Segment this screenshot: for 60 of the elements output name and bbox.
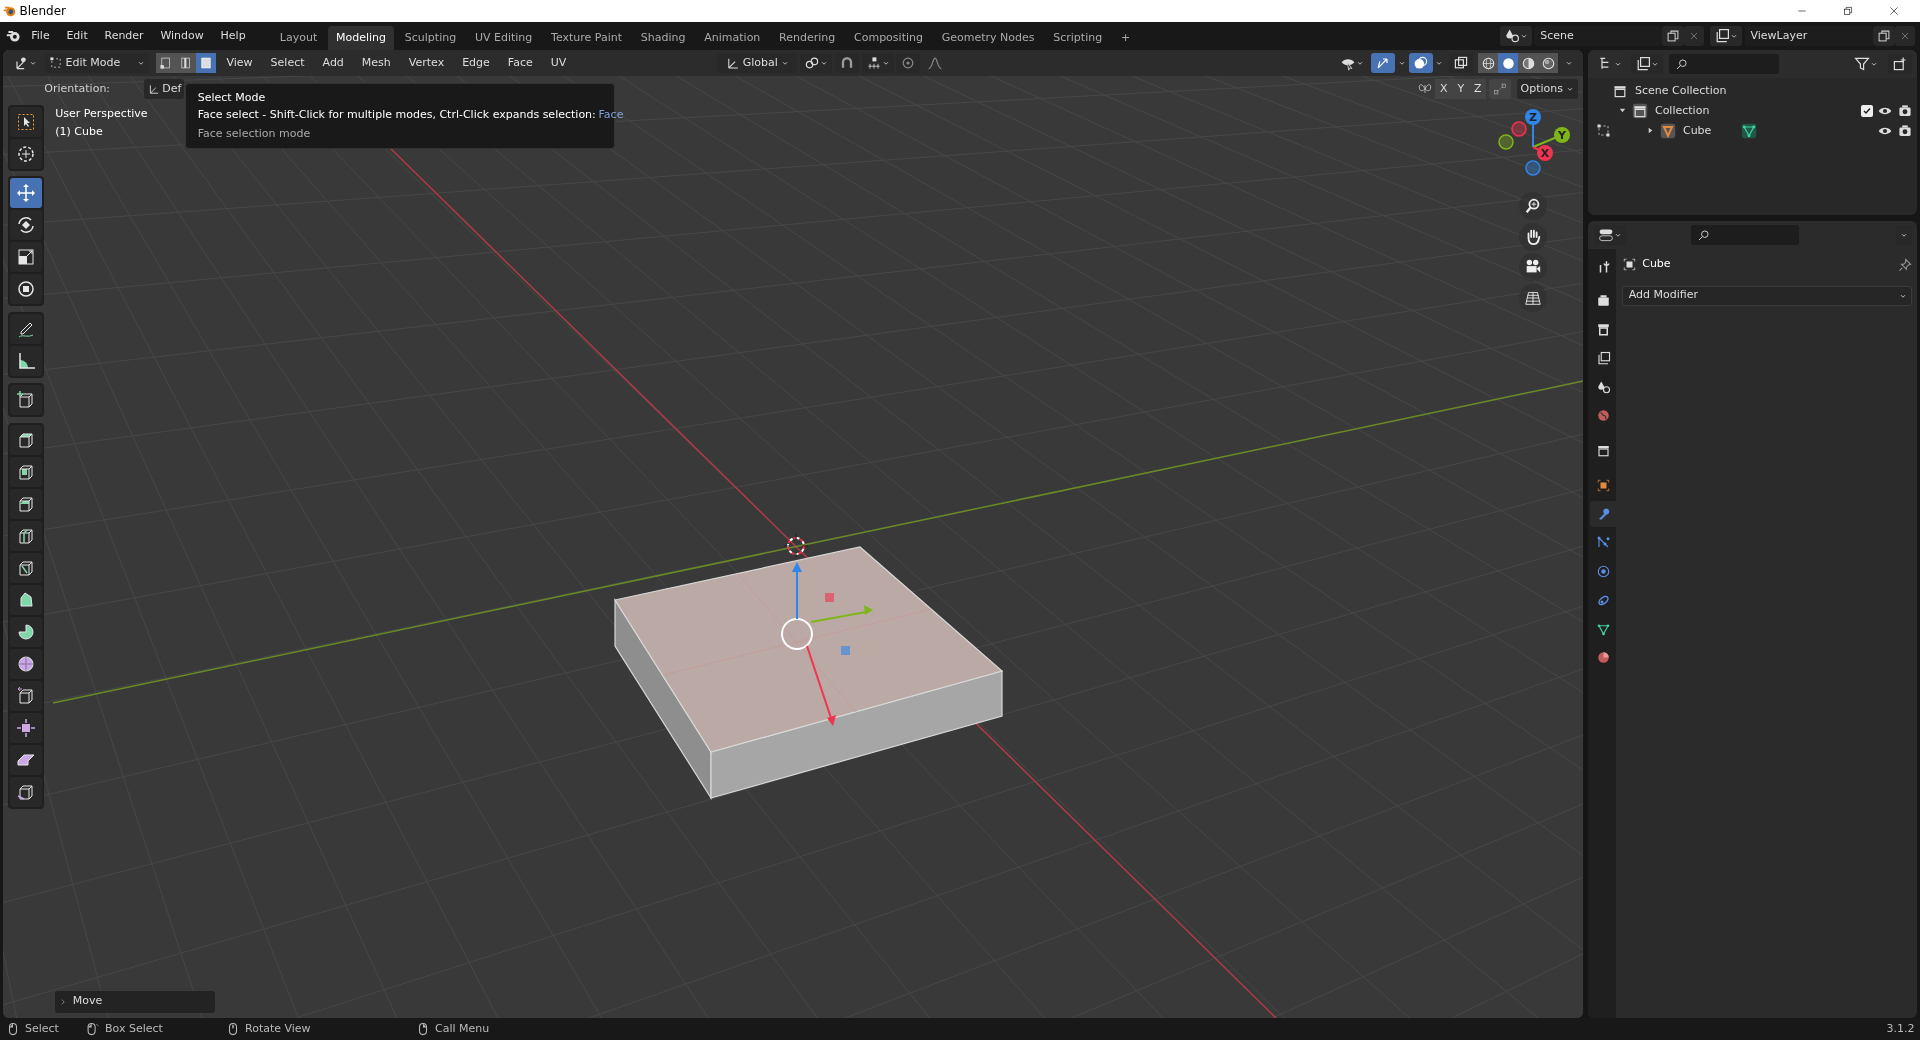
window-title: Blender xyxy=(19,3,66,20)
menu-item[interactable]: Help xyxy=(213,25,253,47)
menu-item[interactable]: File xyxy=(24,25,57,47)
workspace-tab[interactable]: Shading xyxy=(632,26,694,50)
menu-item[interactable]: View xyxy=(219,52,260,74)
orientation-dropdown[interactable]: Global xyxy=(717,53,798,73)
last-operator-label: Move xyxy=(72,993,103,1010)
last-operator-panel[interactable]: Move xyxy=(55,990,216,1013)
menu-item[interactable]: Render xyxy=(97,25,151,47)
status-hint: Rotate View xyxy=(245,1020,311,1037)
workspace-tab[interactable]: Rendering xyxy=(771,26,844,50)
menu-item[interactable]: Mesh xyxy=(354,52,398,74)
tooltip-value: Face xyxy=(598,106,624,123)
scene-name-field[interactable]: Scene xyxy=(1534,26,1663,46)
workspace-tab[interactable]: Compositing xyxy=(846,26,931,50)
outliner-item[interactable]: Cube xyxy=(1682,122,1712,139)
workspace-tab[interactable]: Modeling xyxy=(328,26,395,50)
menu-item[interactable]: Add xyxy=(315,52,351,74)
workspace-tab[interactable]: Layout xyxy=(271,26,326,50)
menu-item[interactable]: Vertex xyxy=(401,52,452,74)
add-modifier-label: Add Modifier xyxy=(1628,287,1698,304)
object-label: (1) Cube xyxy=(55,123,103,140)
mirror-axis-toggle[interactable]: X xyxy=(1435,79,1453,99)
transform-orientation-dropdown[interactable]: Def xyxy=(143,79,184,99)
navigation-gizmo-drawing: Z Y X xyxy=(1490,104,1575,181)
workspace-tab[interactable]: Geometry Nodes xyxy=(933,26,1043,50)
status-hint: Call Menu xyxy=(435,1020,490,1037)
orientation-value: Def xyxy=(162,80,182,97)
tooltip-description: Face select - Shift-Click for multiple modes, Ctrl-Click expands selection: xyxy=(197,106,596,123)
orientation-setting-label: Orientation: xyxy=(44,80,111,97)
tooltip-title: Select Mode xyxy=(197,90,267,106)
workspace-tab[interactable]: Sculpting xyxy=(396,26,465,50)
mirror-axis-toggle[interactable]: Z xyxy=(1469,79,1487,99)
tooltip-python: Face selection mode xyxy=(197,125,312,142)
options-label: Options xyxy=(1520,80,1563,97)
workspace-tab[interactable]: Texture Paint xyxy=(543,26,631,50)
version-label: 3.1.2 xyxy=(1886,1020,1915,1037)
menu-item[interactable]: Select xyxy=(263,52,312,74)
menu-item[interactable]: Edge xyxy=(455,52,497,74)
add-modifier-dropdown[interactable]: Add Modifier xyxy=(1621,285,1912,306)
orientation-label: Global xyxy=(742,54,778,71)
options-dropdown[interactable]: Options xyxy=(1516,79,1578,99)
mode-label: Edit Mode xyxy=(65,54,121,71)
view-layer-name-field[interactable]: ViewLayer xyxy=(1744,26,1873,46)
menu-item[interactable]: Face xyxy=(500,52,540,74)
outliner-item[interactable]: Scene Collection xyxy=(1634,82,1727,99)
workspace-tab[interactable]: Animation xyxy=(696,26,769,50)
object-name-label: Cube xyxy=(1642,256,1671,273)
menu-item[interactable]: Window xyxy=(153,25,211,47)
view-name-label: User Perspective xyxy=(55,105,148,122)
status-hint: Select xyxy=(25,1020,59,1037)
menu-item[interactable]: Edit xyxy=(59,25,95,47)
workspace-tab[interactable]: UV Editing xyxy=(466,26,541,50)
mode-dropdown[interactable]: Edit Mode xyxy=(44,53,149,73)
outliner-item[interactable]: Collection xyxy=(1654,102,1710,119)
workspace-tab[interactable]: Scripting xyxy=(1045,26,1111,50)
status-hint: Box Select xyxy=(105,1020,163,1037)
mirror-axis-toggle[interactable]: Y xyxy=(1452,79,1470,99)
menu-item[interactable]: UV xyxy=(543,52,574,74)
add-workspace-button[interactable]: + xyxy=(1112,26,1139,50)
